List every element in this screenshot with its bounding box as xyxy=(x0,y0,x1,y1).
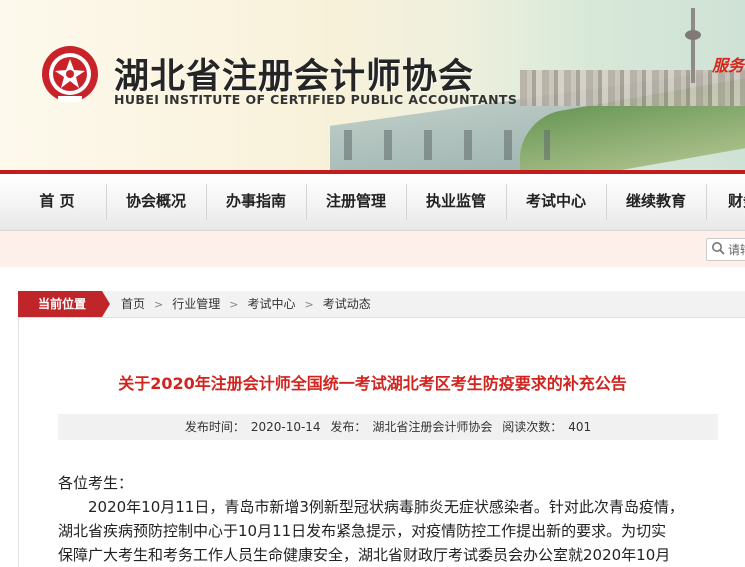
nav-item-finance[interactable]: 财务 xyxy=(706,174,745,230)
nav-item-about[interactable]: 协会概况 xyxy=(106,174,206,230)
banner-slogan: 服务 xyxy=(712,56,745,75)
nav-item-education[interactable]: 继续教育 xyxy=(606,174,706,230)
meta-views-label: 阅读次数： xyxy=(502,420,563,434)
meta-source: 湖北省注册会计师协会 xyxy=(372,420,493,434)
nav-item-registration[interactable]: 注册管理 xyxy=(306,174,406,230)
breadcrumb-link-industry[interactable]: 行业管理 xyxy=(172,297,220,311)
meta-date: 2020-10-14 xyxy=(250,420,321,434)
breadcrumb-separator-icon: > xyxy=(229,298,239,311)
banner-tv-tower xyxy=(685,8,701,83)
main-nav: 首 页 协会概况 办事指南 注册管理 执业监管 考试中心 继续教育 财务 xyxy=(0,174,745,231)
article-line: 湖北省疾病预防控制中心于10月11日发布紧急提示，对疫情防控工作提出新的要求。为… xyxy=(58,522,667,540)
nav-item-guide[interactable]: 办事指南 xyxy=(206,174,306,230)
meta-source-label: 发布： xyxy=(330,420,367,434)
breadcrumb-separator-icon: > xyxy=(304,298,314,311)
article-line: 保障广大考生和考务工作人员生命健康安全，湖北省财政厅考试委员会办公室就2020年… xyxy=(58,546,671,564)
banner-boats xyxy=(330,130,550,160)
breadcrumb: 当前位置 首页 > 行业管理 > 考试中心 > 考试动态 xyxy=(18,291,745,318)
site-subtitle: HUBEI INSTITUTE OF CERTIFIED PUBLIC ACCO… xyxy=(114,92,518,107)
search-placeholder: 请输 xyxy=(728,243,745,257)
meta-views: 401 xyxy=(568,420,592,434)
meta-date-label: 发布时间： xyxy=(184,420,245,434)
nav-item-exam-center[interactable]: 考试中心 xyxy=(506,174,606,230)
search-input[interactable]: 请输 xyxy=(706,238,745,261)
breadcrumb-link-home[interactable]: 首页 xyxy=(121,297,145,311)
breadcrumb-link-exam-news[interactable]: 考试动态 xyxy=(323,297,371,311)
header-banner: 服务 湖北省注册会计师协会 HUBEI INSTITUTE OF CERTIFI… xyxy=(0,0,745,170)
nav-item-home[interactable]: 首 页 xyxy=(7,174,107,230)
search-icon[interactable] xyxy=(711,241,725,255)
article-greeting: 各位考生： xyxy=(58,474,134,492)
breadcrumb-link-exam-center[interactable]: 考试中心 xyxy=(247,297,295,311)
breadcrumb-trail: 首页 > 行业管理 > 考试中心 > 考试动态 xyxy=(121,291,371,318)
breadcrumb-separator-icon: > xyxy=(154,298,164,311)
cpa-logo-icon[interactable] xyxy=(40,44,100,104)
nav-item-supervision[interactable]: 执业监管 xyxy=(406,174,506,230)
article-title: 关于2020年注册会计师全国统一考试湖北考区考生防疫要求的补充公告 xyxy=(118,374,627,393)
article-meta: 发布时间： 2020-10-14 发布： 湖北省注册会计师协会 阅读次数： 401 xyxy=(58,414,718,440)
search-strip xyxy=(0,231,745,267)
article-line: 2020年10月11日，青岛市新增3例新型冠状病毒肺炎无症状感染者。针对此次青岛… xyxy=(88,498,684,516)
breadcrumb-label: 当前位置 xyxy=(18,291,110,317)
article-body: 各位考生： 2020年10月11日，青岛市新增3例新型冠状病毒肺炎无症状感染者。… xyxy=(58,471,738,567)
